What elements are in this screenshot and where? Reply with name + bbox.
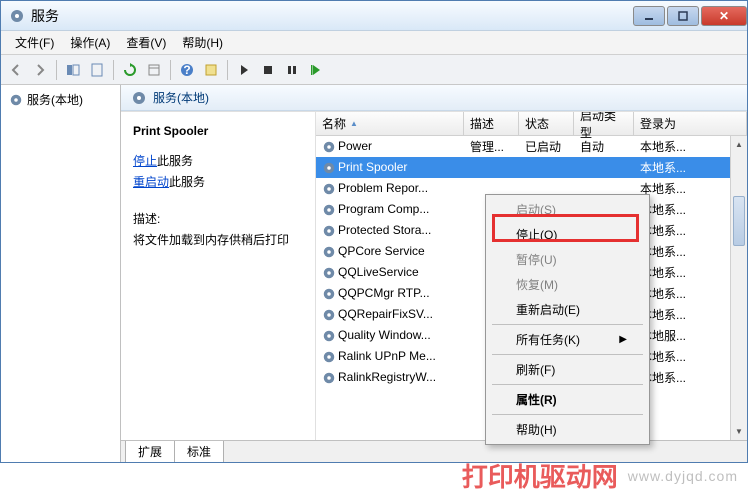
cm-separator	[492, 324, 643, 325]
menu-view[interactable]: 查看(V)	[118, 31, 174, 54]
cm-separator	[492, 384, 643, 385]
vertical-scrollbar[interactable]: ▲ ▼	[730, 136, 747, 440]
stop-suffix: 此服务	[157, 154, 193, 168]
cm-start: 启动(S)	[488, 197, 647, 222]
column-name[interactable]: 名称▲	[316, 112, 464, 135]
sort-asc-icon: ▲	[350, 119, 358, 128]
restart-service-link[interactable]: 重启动	[133, 175, 169, 189]
toolbar-separator	[227, 60, 228, 80]
description-text: 将文件加载到内存供稍后打印	[133, 231, 303, 248]
cm-pause: 暂停(U)	[488, 247, 647, 272]
toolbar-separator	[170, 60, 171, 80]
list-header: 名称▲ 描述 状态 启动类型 登录为	[316, 112, 747, 136]
services-app-icon	[9, 8, 25, 24]
properties-button[interactable]	[143, 59, 165, 81]
back-button[interactable]	[5, 59, 27, 81]
toolbar-separator	[113, 60, 114, 80]
pause-service-button[interactable]	[281, 59, 303, 81]
cm-help[interactable]: 帮助(H)	[488, 417, 647, 442]
service-name-heading: Print Spooler	[133, 124, 303, 138]
cm-resume: 恢复(M)	[488, 272, 647, 297]
titlebar: 服务 ✕	[1, 1, 747, 31]
refresh-button[interactable]	[119, 59, 141, 81]
submenu-arrow-icon: ▶	[619, 334, 627, 345]
gear-icon	[9, 93, 23, 107]
stop-row: 停止此服务	[133, 152, 303, 169]
cm-properties[interactable]: 属性(R)	[488, 387, 647, 412]
cm-separator	[492, 414, 643, 415]
cm-separator	[492, 354, 643, 355]
cm-restart[interactable]: 重新启动(E)	[488, 297, 647, 322]
scroll-down-arrow[interactable]: ▼	[731, 423, 747, 440]
restart-service-button[interactable]	[305, 59, 327, 81]
panel-header: 服务(本地)	[121, 85, 747, 111]
menubar: 文件(F) 操作(A) 查看(V) 帮助(H)	[1, 31, 747, 55]
main-body: Print Spooler 停止此服务 重启动此服务 描述: 将文件加载到内存供…	[121, 111, 747, 440]
forward-button[interactable]	[29, 59, 51, 81]
watermark: 打印机驱动网 www.dyjqd.com	[462, 457, 738, 494]
tree-root-label: 服务(本地)	[27, 91, 83, 108]
cm-all-tasks[interactable]: 所有任务(K)▶	[488, 327, 647, 352]
detail-pane: Print Spooler 停止此服务 重启动此服务 描述: 将文件加载到内存供…	[121, 112, 316, 440]
tab-extended[interactable]: 扩展	[125, 441, 175, 462]
main-pane: 服务(本地) Print Spooler 停止此服务 重启动此服务 描述: 将文…	[121, 85, 747, 462]
tree-root[interactable]: 服务(本地)	[5, 89, 116, 110]
start-service-button[interactable]	[233, 59, 255, 81]
window-title: 服务	[31, 6, 631, 26]
menu-action[interactable]: 操作(A)	[62, 31, 118, 54]
svg-text:?: ?	[183, 63, 190, 77]
help2-button[interactable]	[200, 59, 222, 81]
context-menu: 启动(S) 停止(O) 暂停(U) 恢复(M) 重新启动(E) 所有任务(K)▶…	[485, 194, 650, 445]
scroll-up-arrow[interactable]: ▲	[731, 136, 747, 153]
tab-standard[interactable]: 标准	[174, 441, 224, 462]
watermark-cn: 打印机驱动网	[462, 457, 618, 494]
stop-service-button[interactable]	[257, 59, 279, 81]
close-button[interactable]: ✕	[701, 6, 747, 26]
help-button[interactable]: ?	[176, 59, 198, 81]
cm-refresh[interactable]: 刷新(F)	[488, 357, 647, 382]
minimize-button[interactable]	[633, 6, 665, 26]
toolbar-separator	[56, 60, 57, 80]
column-startup-type[interactable]: 启动类型	[574, 112, 634, 135]
maximize-button[interactable]	[667, 6, 699, 26]
service-row[interactable]: Power管理...已启动自动本地系...	[316, 136, 747, 157]
column-status[interactable]: 状态	[519, 112, 574, 135]
restart-row: 重启动此服务	[133, 173, 303, 190]
menu-help[interactable]: 帮助(H)	[174, 31, 231, 54]
tree-pane: 服务(本地)	[1, 85, 121, 462]
service-row[interactable]: Print Spooler本地系...	[316, 157, 747, 178]
gear-icon	[131, 90, 147, 106]
column-description[interactable]: 描述	[464, 112, 519, 135]
column-login-as[interactable]: 登录为	[634, 112, 747, 135]
show-hide-tree-button[interactable]	[62, 59, 84, 81]
panel-title: 服务(本地)	[153, 89, 209, 106]
toolbar: ?	[1, 55, 747, 85]
watermark-en: www.dyjqd.com	[628, 468, 738, 484]
export-button[interactable]	[86, 59, 108, 81]
cm-stop[interactable]: 停止(O)	[488, 222, 647, 247]
description-label: 描述:	[133, 210, 303, 227]
menu-file[interactable]: 文件(F)	[7, 31, 62, 54]
stop-service-link[interactable]: 停止	[133, 154, 157, 168]
restart-suffix: 此服务	[169, 175, 205, 189]
scroll-thumb[interactable]	[733, 196, 745, 246]
